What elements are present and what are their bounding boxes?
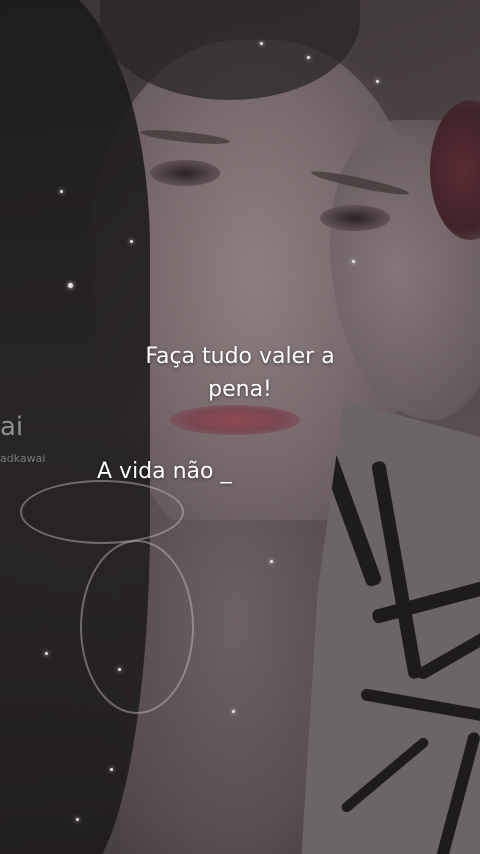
sparkle (76, 818, 79, 821)
sparkle (352, 260, 355, 263)
caption-main: Faça tudo valer a pena! (145, 344, 335, 402)
earphone-cable-loop (20, 480, 184, 544)
sparkle (260, 42, 263, 45)
mouth (170, 405, 300, 435)
caption-typing: A vida não _ (97, 459, 232, 484)
sparkle (118, 668, 121, 671)
watermark-handle: adkawai (0, 452, 46, 465)
video-frame: ai adkawai Faça tudo valer a pena! A vid… (0, 0, 480, 854)
sparkle (270, 560, 273, 563)
earphone-cable (80, 540, 194, 714)
sparkle (110, 768, 113, 771)
sparkle (376, 80, 379, 83)
sparkle (130, 240, 133, 243)
sparkle (45, 652, 48, 655)
sparkle (68, 283, 73, 288)
left-eye (150, 160, 220, 186)
right-eye (320, 205, 390, 231)
sparkle (60, 190, 63, 193)
sparkle (232, 710, 235, 713)
sparkle (307, 56, 310, 59)
watermark-logo: ai (0, 412, 24, 442)
